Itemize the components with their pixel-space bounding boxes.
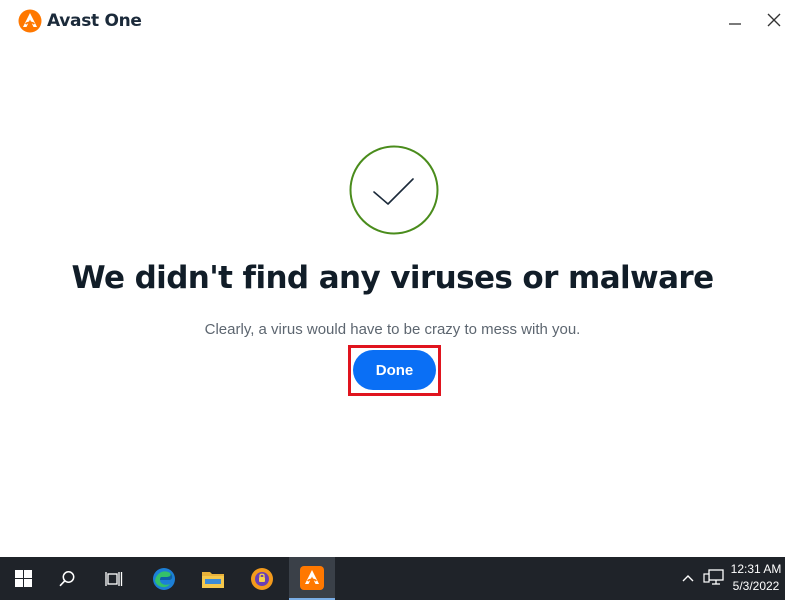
minimize-icon: [729, 23, 741, 25]
task-view-icon: [105, 571, 123, 586]
taskbar: 12:31 AM 5/3/2022: [0, 557, 785, 600]
checkmark-circle-icon: [349, 145, 439, 235]
folder-icon: [202, 571, 224, 588]
start-button[interactable]: [0, 557, 46, 600]
done-button[interactable]: Done: [353, 350, 436, 390]
result-headline: We didn't find any viruses or malware: [71, 260, 714, 296]
close-icon: [767, 13, 781, 27]
network-icon[interactable]: [703, 568, 725, 588]
edge-icon: [153, 567, 175, 590]
minimize-button[interactable]: [720, 6, 750, 34]
search-button[interactable]: [44, 557, 90, 600]
avast-one-icon: [300, 565, 324, 590]
avast-browser-icon: [251, 567, 273, 590]
title-bar: Avast One: [0, 0, 785, 44]
taskbar-clock[interactable]: 12:31 AM 5/3/2022: [728, 561, 784, 595]
app-title: Avast One: [47, 11, 142, 31]
avast-secure-browser-button[interactable]: [239, 557, 285, 600]
avast-one-button[interactable]: [289, 557, 335, 600]
avast-logo-icon: [18, 9, 42, 33]
edge-button[interactable]: [141, 557, 187, 600]
avast-one-window: Avast One We didn't find any viruses or …: [0, 0, 785, 557]
clock-date: 5/3/2022: [732, 579, 780, 593]
file-explorer-button[interactable]: [190, 557, 236, 600]
search-icon: [59, 570, 75, 586]
chevron-up-icon: [682, 575, 694, 582]
result-subtext: Clearly, a virus would have to be crazy …: [204, 321, 581, 338]
clock-time: 12:31 AM: [730, 562, 782, 576]
close-button[interactable]: [759, 6, 785, 34]
windows-logo-icon: [14, 570, 32, 587]
show-hidden-icons-button[interactable]: [679, 569, 697, 587]
app-brand: Avast One: [18, 9, 142, 33]
task-view-button[interactable]: [91, 557, 137, 600]
